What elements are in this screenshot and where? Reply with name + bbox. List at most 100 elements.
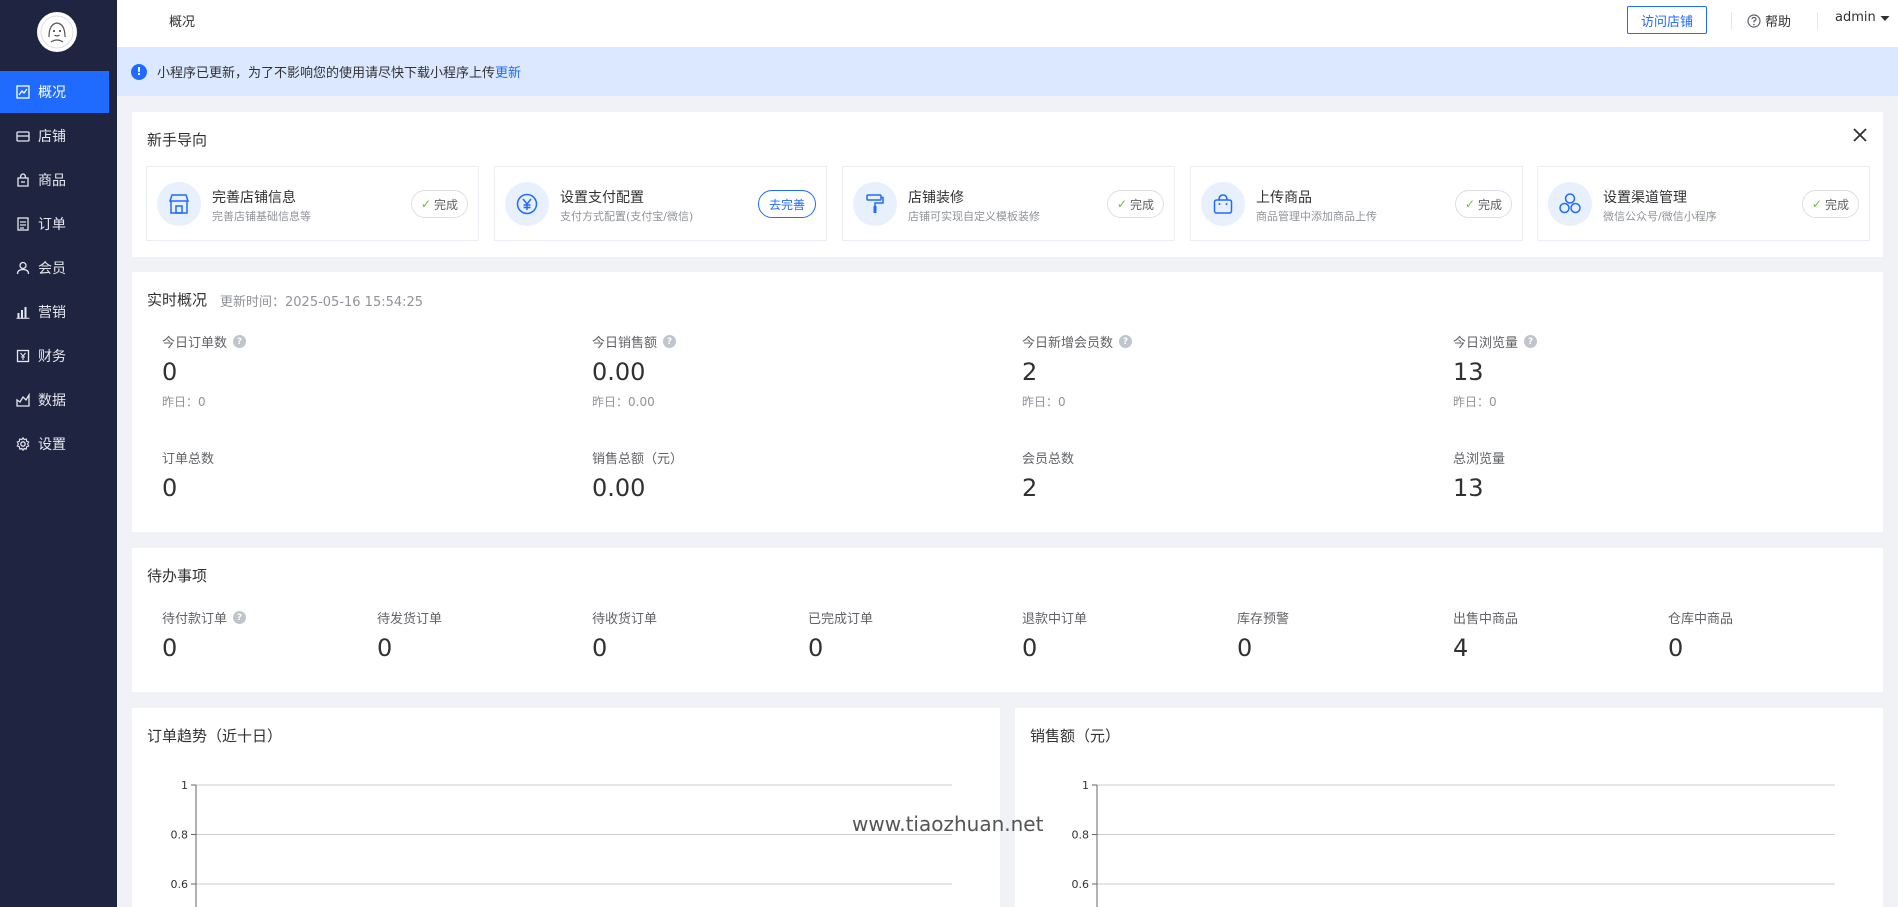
guide-item-payment[interactable]: 设置支付配置 支付方式配置(支付宝/微信) 去完善 (494, 166, 827, 241)
breadcrumb: 概况 (169, 15, 196, 30)
guide-item-channels[interactable]: 设置渠道管理 微信公众号/微信小程序 ✓ 完成 (1537, 166, 1870, 241)
stat-yesterday: 昨日：0 (162, 395, 206, 409)
complete-button[interactable]: 去完善 (757, 190, 816, 218)
stat-label: 已完成订单 (808, 612, 874, 627)
sidebar-item-label: 店铺 (38, 129, 66, 145)
sidebar-item-members[interactable]: 会员 (0, 247, 109, 289)
check-icon: ✓ (1464, 197, 1475, 211)
sidebar-item-label: 会员 (38, 261, 66, 277)
guide-item-store-info[interactable]: 完善店铺信息 完善店铺基础信息等 ✓ 完成 (146, 166, 479, 241)
store-icon (16, 131, 30, 142)
sales-card: 销售额（元） 1 0.8 0.6 (1015, 708, 1883, 907)
guide-item-subtitle: 商品管理中添加商品上传 (1256, 210, 1377, 223)
stat-label: 今日浏览量 (1453, 336, 1519, 351)
todo-pending-payment[interactable]: 待付款订单? 0 (162, 608, 247, 662)
sidebar-item-label: 财务 (38, 349, 66, 365)
sidebar-item-label: 数据 (38, 393, 66, 409)
stat-value: 13 (1453, 358, 1484, 386)
stat-value: 0 (1237, 634, 1253, 662)
visit-store-button[interactable]: 访问店铺 (1627, 6, 1707, 34)
data-icon (16, 393, 30, 407)
stat-yesterday: 昨日：0 (1453, 395, 1497, 409)
sidebar-item-marketing[interactable]: 营销 (0, 291, 109, 333)
y-tick-label: 0.8 (171, 829, 189, 842)
avatar[interactable] (37, 12, 77, 52)
check-icon: ✓ (420, 197, 431, 211)
stat-value: 0 (592, 634, 608, 662)
stat-label: 订单总数 (162, 452, 215, 467)
done-badge: ✓ 完成 (1801, 190, 1859, 218)
order-trend-card: 订单趋势（近十日） 1 0.8 0.6 (132, 708, 1000, 907)
stat-yesterday: 昨日：0.00 (592, 395, 655, 409)
stat-yesterday: 昨日：0 (1022, 395, 1066, 409)
stat-total-orders: 订单总数 0 (162, 448, 214, 501)
update-link[interactable]: 更新 (495, 62, 521, 81)
close-icon[interactable] (1851, 126, 1869, 144)
sidebar-item-label: 商品 (38, 173, 66, 189)
y-tick-label: 0.8 (1072, 829, 1090, 842)
beginner-guide-card: 新手导向 完善店铺信息 完善店铺基础信息等 ✓ 完成 设置支付配置 支付方式配置(… (132, 112, 1883, 257)
stat-label: 今日销售额 (592, 336, 658, 351)
sidebar: 概况 店铺 商品 订单 会员 营销 财务 数据 设置 (0, 0, 117, 907)
todo-card: 待办事项 待付款订单? 0 待发货订单 0 待收货订单 0 已完成订单 0 退款… (132, 548, 1883, 692)
todo-completed[interactable]: 已完成订单 0 (808, 608, 873, 661)
done-badge: ✓ 完成 (1106, 190, 1164, 218)
question-icon[interactable]: ? (663, 335, 677, 348)
sidebar-item-orders[interactable]: 订单 (0, 203, 109, 245)
order-trend-chart: 1 0.8 0.6 (171, 779, 952, 907)
sidebar-item-label: 概况 (38, 85, 66, 101)
todo-refunding[interactable]: 退款中订单 0 (1022, 608, 1087, 661)
chart-line-icon (16, 85, 30, 99)
sidebar-item-finance[interactable]: 财务 (0, 335, 109, 377)
guide-item-decoration[interactable]: 店铺装修 店铺可实现自定义模板装修 ✓ 完成 (842, 166, 1175, 241)
todo-title: 待办事项 (147, 567, 208, 585)
realtime-title: 实时概况 (147, 291, 208, 309)
bar-chart-icon (16, 307, 30, 319)
stat-value: 0.00 (592, 358, 646, 386)
todo-on-sale[interactable]: 出售中商品 4 (1453, 608, 1518, 661)
stat-today-orders: 今日订单数? 0 昨日：0 (162, 332, 247, 410)
sidebar-item-store[interactable]: 店铺 (0, 115, 109, 157)
todo-in-warehouse[interactable]: 仓库中商品 0 (1668, 608, 1733, 661)
sidebar-item-label: 营销 (38, 305, 66, 321)
guide-item-title: 设置渠道管理 (1603, 190, 1687, 206)
sidebar-item-label: 订单 (38, 217, 66, 233)
stat-value: 0 (162, 634, 178, 662)
stat-label: 退款中订单 (1022, 612, 1088, 627)
sidebar-item-label: 设置 (38, 437, 66, 453)
guide-item-subtitle: 支付方式配置(支付宝/微信) (560, 210, 694, 223)
yuan-icon (16, 349, 30, 363)
question-icon[interactable]: ? (233, 611, 247, 624)
stat-value: 2 (1022, 474, 1038, 502)
top-header: 概况 访问店铺 帮助 admin (117, 0, 1898, 47)
guide-item-title: 完善店铺信息 (212, 190, 296, 206)
stat-label: 今日订单数 (162, 336, 228, 351)
todo-pending-receipt[interactable]: 待收货订单 0 (592, 608, 657, 661)
notice-text: 小程序已更新，为了不影响您的使用请尽快下载小程序上传 (157, 66, 496, 81)
guide-item-subtitle: 微信公众号/微信小程序 (1603, 210, 1717, 223)
stat-total-views: 总浏览量 13 (1453, 448, 1505, 501)
user-menu[interactable]: admin (1835, 10, 1891, 25)
sidebar-item-overview[interactable]: 概况 (0, 71, 109, 113)
sidebar-item-data[interactable]: 数据 (0, 379, 109, 421)
help-link[interactable]: 帮助 (1747, 11, 1791, 30)
guide-item-upload-product[interactable]: 上传商品 商品管理中添加商品上传 ✓ 完成 (1190, 166, 1523, 241)
avatar-icon (40, 15, 74, 49)
sidebar-item-settings[interactable]: 设置 (0, 423, 109, 465)
question-icon[interactable]: ? (1524, 335, 1538, 348)
question-icon[interactable]: ? (1119, 335, 1133, 348)
bag-icon (17, 173, 29, 187)
sidebar-item-products[interactable]: 商品 (0, 159, 109, 201)
stat-today-members: 今日新增会员数? 2 昨日：0 (1022, 332, 1133, 410)
question-icon[interactable]: ? (233, 335, 247, 348)
todo-pending-shipment[interactable]: 待发货订单 0 (377, 608, 442, 661)
stat-label: 待发货订单 (377, 612, 443, 627)
help-label: 帮助 (1765, 15, 1792, 30)
stat-value: 13 (1453, 474, 1484, 502)
sales-chart: 1 0.8 0.6 (1072, 779, 1835, 907)
header-divider (1817, 12, 1818, 30)
check-icon: ✓ (1116, 197, 1127, 211)
stat-total-members: 会员总数 2 (1022, 448, 1074, 501)
todo-stock-alert[interactable]: 库存预警 0 (1237, 608, 1289, 661)
guide-item-subtitle: 店铺可实现自定义模板装修 (908, 210, 1040, 223)
